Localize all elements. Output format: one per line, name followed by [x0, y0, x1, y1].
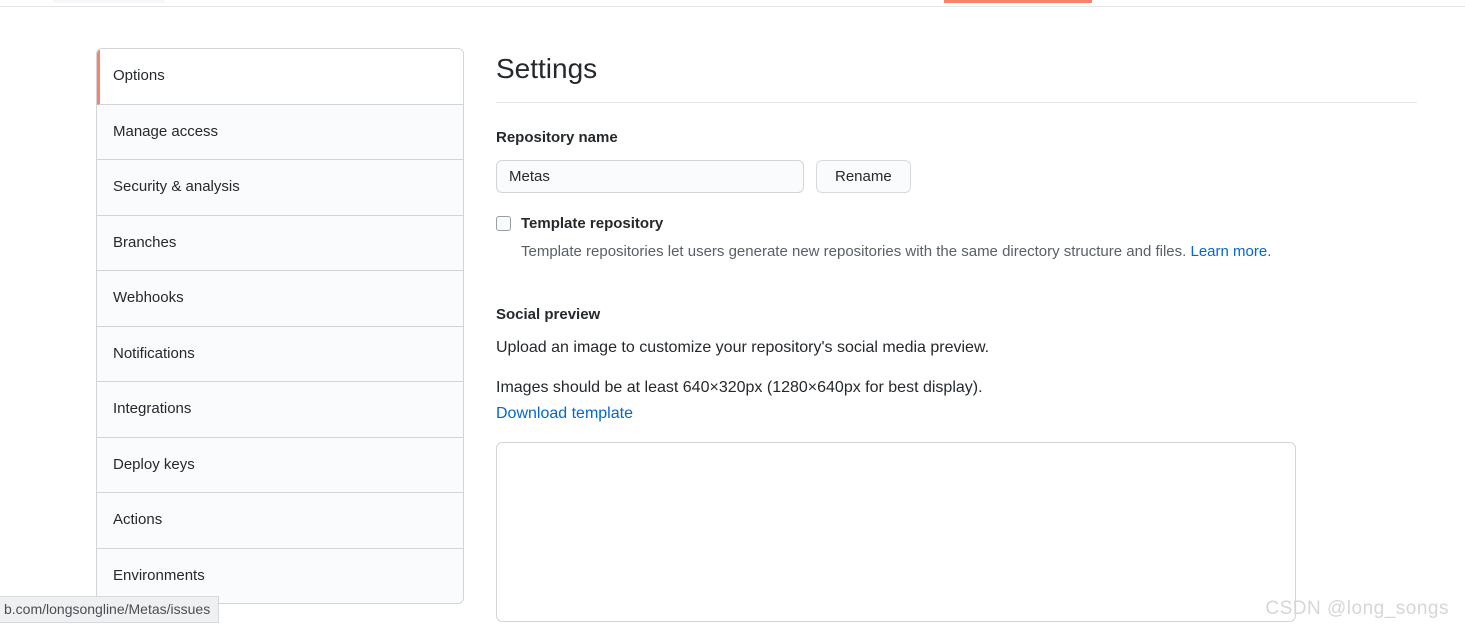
sidebar-item-security-analysis[interactable]: Security & analysis [97, 160, 463, 216]
watermark: CSDN @long_songs [1265, 595, 1449, 624]
template-checkbox-row: Template repository [496, 213, 1417, 236]
sidebar-item-actions[interactable]: Actions [97, 493, 463, 549]
page-title: Settings [496, 48, 1417, 103]
inactive-tab-indicator [53, 0, 165, 3]
template-description: Template repositories let users generate… [496, 241, 1417, 264]
sidebar-item-notifications[interactable]: Notifications [97, 327, 463, 383]
social-preview-box[interactable] [496, 442, 1296, 622]
social-size-text: Images should be at least 640×320px (128… [496, 376, 1417, 400]
sidebar-menu: Options Manage access Security & analysi… [96, 48, 464, 604]
rename-button[interactable]: Rename [816, 160, 911, 193]
repo-name-label: Repository name [496, 127, 1417, 150]
settings-container: Options Manage access Security & analysi… [96, 48, 1417, 622]
template-checkbox[interactable] [496, 216, 511, 231]
sidebar-item-environments[interactable]: Environments [97, 549, 463, 604]
sidebar-item-webhooks[interactable]: Webhooks [97, 271, 463, 327]
template-description-text: Template repositories let users generate… [521, 243, 1190, 260]
active-tab-indicator [944, 0, 1092, 3]
sidebar-item-options[interactable]: Options [97, 49, 463, 105]
template-learn-more-link[interactable]: Learn more. [1190, 243, 1271, 260]
top-border [0, 6, 1465, 7]
status-bar-url: b.com/longsongline/Metas/issues [0, 596, 219, 623]
settings-sidebar: Options Manage access Security & analysi… [96, 48, 464, 622]
template-checkbox-label: Template repository [521, 213, 663, 236]
sidebar-item-branches[interactable]: Branches [97, 216, 463, 272]
download-template-link[interactable]: Download template [496, 402, 1417, 426]
social-preview-heading: Social preview [496, 304, 1417, 327]
social-upload-text: Upload an image to customize your reposi… [496, 336, 1417, 360]
sidebar-item-integrations[interactable]: Integrations [97, 382, 463, 438]
settings-main: Settings Repository name Rename Template… [464, 48, 1417, 622]
repo-name-row: Rename [496, 160, 1417, 193]
sidebar-item-manage-access[interactable]: Manage access [97, 105, 463, 161]
repo-name-input[interactable] [496, 160, 804, 193]
sidebar-item-deploy-keys[interactable]: Deploy keys [97, 438, 463, 494]
